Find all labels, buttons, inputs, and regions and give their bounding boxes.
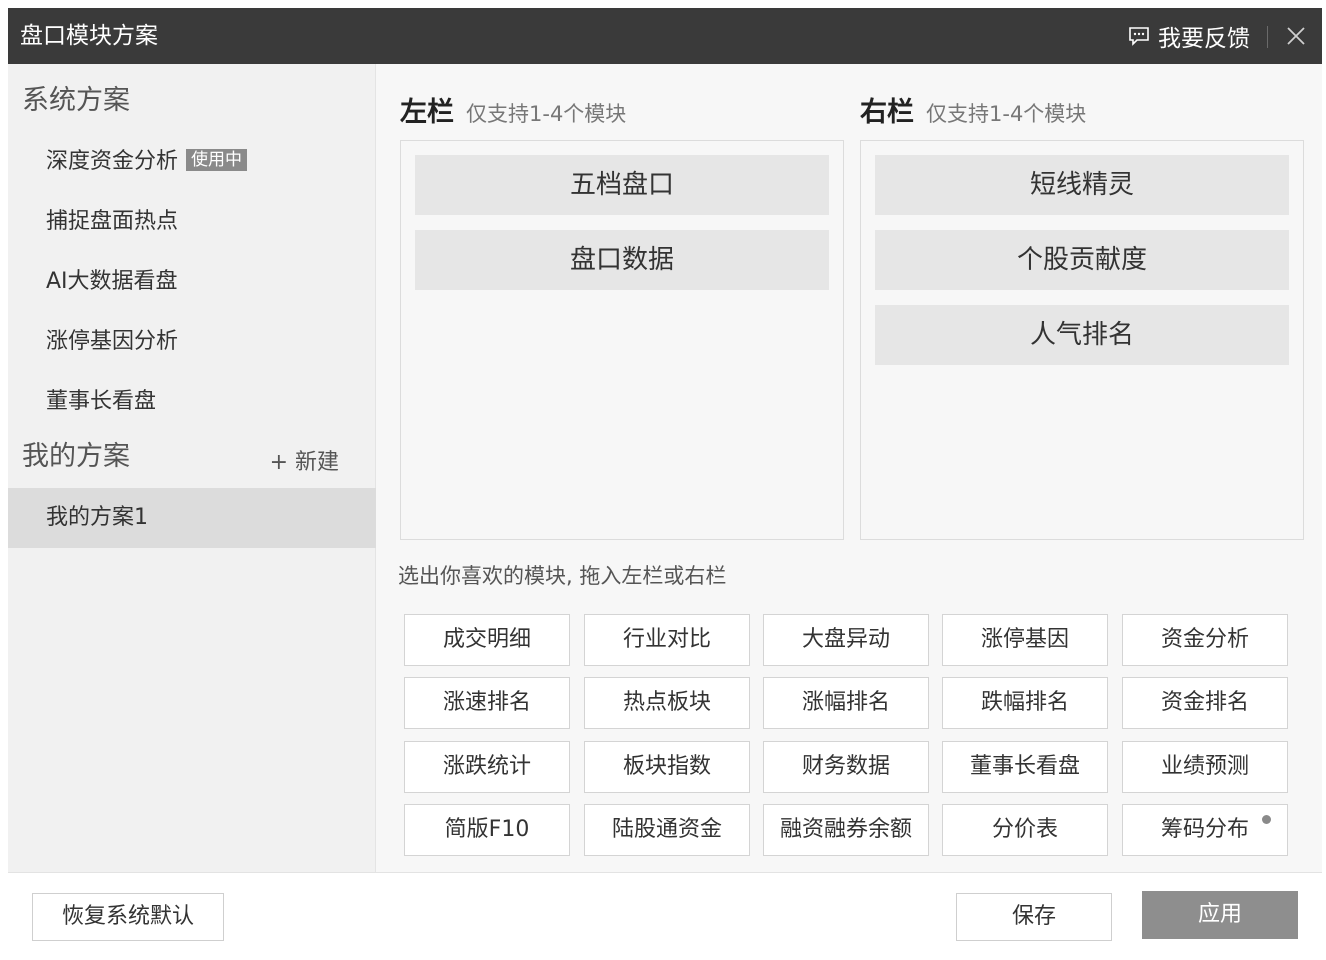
sidebar-item-label: 深度资金分析 (46, 149, 179, 174)
module-chip-label: 筹码分布 (1160, 817, 1249, 842)
module-chip[interactable]: 董事长看盘 (942, 741, 1108, 793)
module-chip[interactable]: 资金排名 (1122, 677, 1288, 729)
right-module[interactable]: 人气排名 (875, 305, 1289, 365)
left-column-dropzone[interactable]: 五档盘口 盘口数据 (400, 140, 844, 540)
title-bar: 盘口模块方案 我要反馈 (8, 8, 1322, 64)
dialog-title: 盘口模块方案 (20, 23, 158, 49)
module-chip[interactable]: 涨跌统计 (404, 741, 570, 793)
module-chip[interactable]: 行业对比 (584, 614, 750, 666)
module-chip[interactable]: 成交明细 (404, 614, 570, 666)
sidebar-item-label: 董事长看盘 (46, 389, 157, 414)
close-icon[interactable] (1282, 22, 1310, 50)
module-chip[interactable]: 涨幅排名 (763, 677, 929, 729)
module-chip[interactable]: 简版F10 (404, 804, 570, 856)
sidebar-item-deep-fund-analysis[interactable]: 深度资金分析 使用中 (8, 132, 376, 192)
title-divider (1267, 26, 1268, 48)
right-module[interactable]: 短线精灵 (875, 155, 1289, 215)
sidebar-item-chairman-view[interactable]: 董事长看盘 (8, 372, 376, 432)
chat-bubble-icon (1129, 27, 1149, 46)
in-use-badge: 使用中 (186, 149, 248, 171)
new-indicator-dot (1262, 815, 1271, 824)
module-chip[interactable]: 大盘异动 (763, 614, 929, 666)
sidebar-item-my-scheme-1[interactable]: 我的方案1 (8, 488, 376, 548)
module-chip-with-dot[interactable]: 筹码分布 (1122, 804, 1288, 856)
right-column-subtitle: 仅支持1-4个模块 (926, 102, 1087, 126)
left-module[interactable]: 盘口数据 (415, 230, 829, 290)
left-module[interactable]: 五档盘口 (415, 155, 829, 215)
module-chip[interactable]: 跌幅排名 (942, 677, 1108, 729)
module-chip[interactable]: 分价表 (942, 804, 1108, 856)
sidebar-item-label: 涨停基因分析 (46, 329, 179, 354)
left-column-subtitle: 仅支持1-4个模块 (466, 102, 627, 126)
module-chip[interactable]: 资金分析 (1122, 614, 1288, 666)
sidebar-item-label: 捕捉盘面热点 (46, 209, 179, 234)
scheme-sidebar: 系统方案 深度资金分析 使用中 捕捉盘面热点 AI大数据看盘 涨停基因分析 董事长… (8, 64, 376, 872)
my-schemes-heading: 我的方案 (22, 441, 130, 472)
right-column-title: 右栏 (860, 97, 914, 128)
system-schemes-heading: 系统方案 (22, 85, 130, 116)
module-chip[interactable]: 板块指数 (584, 741, 750, 793)
module-chip[interactable]: 涨停基因 (942, 614, 1108, 666)
left-column-header: 左栏 仅支持1-4个模块 (400, 90, 626, 129)
apply-button[interactable]: 应用 (1142, 891, 1298, 939)
module-chip[interactable]: 业绩预测 (1122, 741, 1288, 793)
module-chip[interactable]: 财务数据 (763, 741, 929, 793)
new-scheme-button[interactable]: + 新建 (270, 444, 339, 476)
right-column-dropzone[interactable]: 短线精灵 个股贡献度 人气排名 (860, 140, 1304, 540)
scheme-editor: 左栏 仅支持1-4个模块 右栏 仅支持1-4个模块 五档盘口 盘口数据 短线精灵… (376, 64, 1322, 872)
save-button[interactable]: 保存 (956, 893, 1112, 941)
sidebar-item-label: AI大数据看盘 (46, 269, 178, 294)
module-chip[interactable]: 热点板块 (584, 677, 750, 729)
palette-hint: 选出你喜欢的模块, 拖入左栏或右栏 (398, 564, 727, 588)
restore-default-button[interactable]: 恢复系统默认 (32, 893, 224, 941)
feedback-label: 我要反馈 (1158, 26, 1250, 52)
left-column-title: 左栏 (400, 97, 454, 128)
module-chip[interactable]: 涨速排名 (404, 677, 570, 729)
sidebar-item-label: 我的方案1 (46, 505, 148, 530)
right-module[interactable]: 个股贡献度 (875, 230, 1289, 290)
module-scheme-dialog: 盘口模块方案 我要反馈 系统方案 深度资金分析 使用中 捕捉盘面热点 AI大数据看… (8, 8, 1322, 956)
dialog-footer: 恢复系统默认 保存 应用 (8, 872, 1322, 956)
sidebar-item-ai-big-data[interactable]: AI大数据看盘 (8, 252, 376, 312)
feedback-button[interactable]: 我要反馈 (1128, 8, 1250, 64)
sidebar-item-limit-up-gene[interactable]: 涨停基因分析 (8, 312, 376, 372)
right-column-header: 右栏 仅支持1-4个模块 (860, 90, 1086, 129)
module-chip[interactable]: 融资融券余额 (763, 804, 929, 856)
module-chip[interactable]: 陆股通资金 (584, 804, 750, 856)
sidebar-item-capture-hotspots[interactable]: 捕捉盘面热点 (8, 192, 376, 252)
